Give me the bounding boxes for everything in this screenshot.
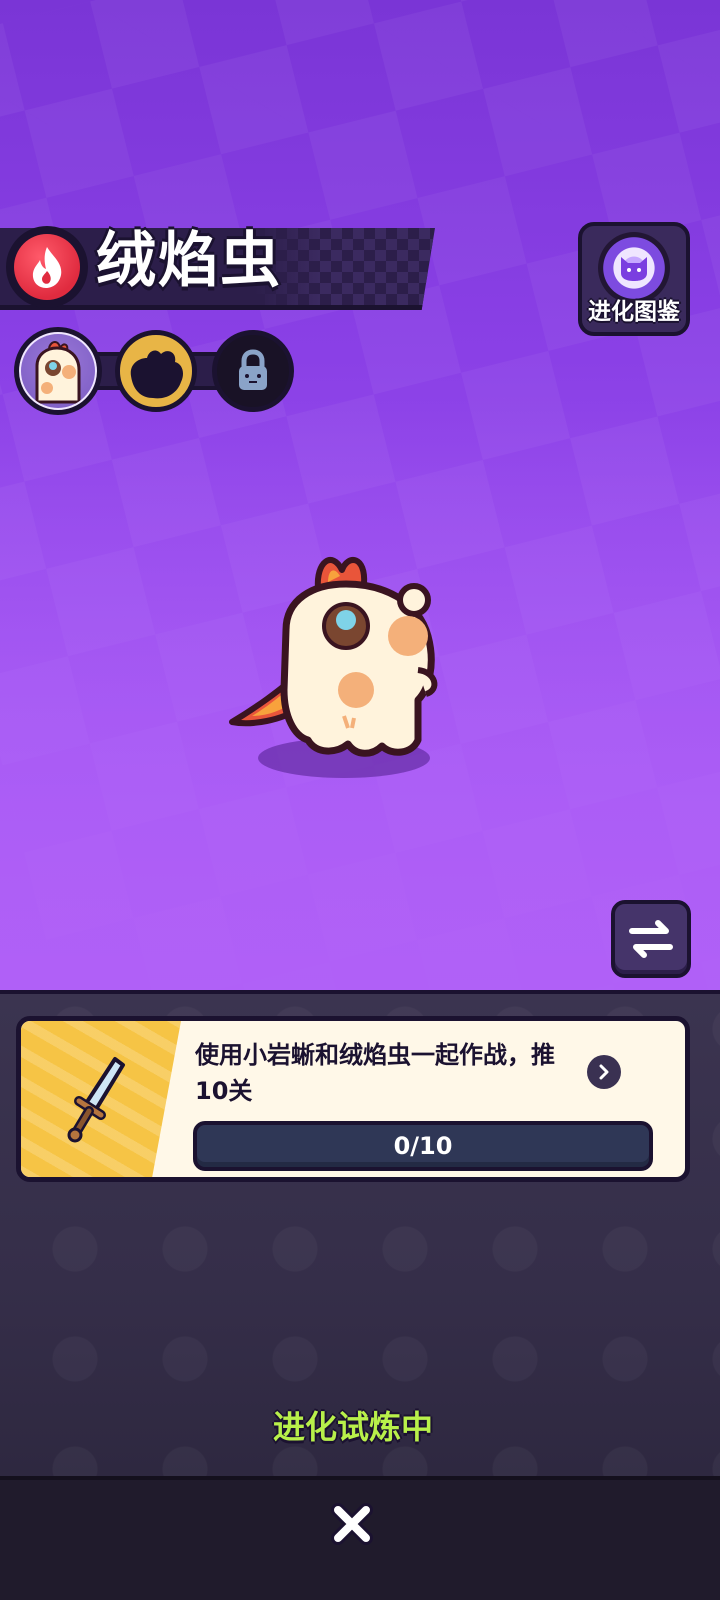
evolution-guide-button[interactable]: 进化图鉴 bbox=[578, 222, 690, 336]
evolution-stage-next[interactable] bbox=[115, 330, 197, 412]
quest-detail-button[interactable] bbox=[587, 1055, 621, 1089]
creature-silhouette-icon bbox=[130, 350, 183, 399]
close-icon bbox=[331, 1503, 373, 1545]
creature-portrait-icon bbox=[35, 341, 81, 404]
creature-sprite[interactable] bbox=[222, 540, 462, 780]
quest-progress-bar: 0/10 bbox=[193, 1121, 653, 1171]
lock-icon bbox=[239, 349, 267, 390]
quest-description: 使用小岩蜥和绒焰虫一起作战，推10关 bbox=[195, 1041, 555, 1105]
evolution-status: 进化试炼中 bbox=[272, 1408, 433, 1446]
footer-bar bbox=[0, 1476, 720, 1600]
chevron-right-icon bbox=[599, 1064, 609, 1080]
swap-arrows-icon bbox=[629, 920, 673, 958]
creature-showcase bbox=[0, 0, 720, 1012]
element-badge bbox=[6, 226, 88, 308]
evolution-stage-current[interactable] bbox=[14, 327, 102, 415]
flame-icon bbox=[32, 247, 62, 288]
evolution-guide-label: 进化图鉴 bbox=[588, 299, 680, 325]
evolution-stage-locked[interactable] bbox=[212, 330, 294, 412]
close-button[interactable] bbox=[326, 1498, 378, 1550]
swap-button[interactable] bbox=[611, 900, 691, 978]
sword-icon bbox=[67, 1057, 125, 1143]
quest-progress-label: 0/10 bbox=[393, 1132, 453, 1160]
creature-name: 绒焰虫 bbox=[96, 226, 282, 296]
evolution-quest-card[interactable]: 使用小岩蜥和绒焰虫一起作战，推10关 0/10 bbox=[16, 1016, 690, 1182]
